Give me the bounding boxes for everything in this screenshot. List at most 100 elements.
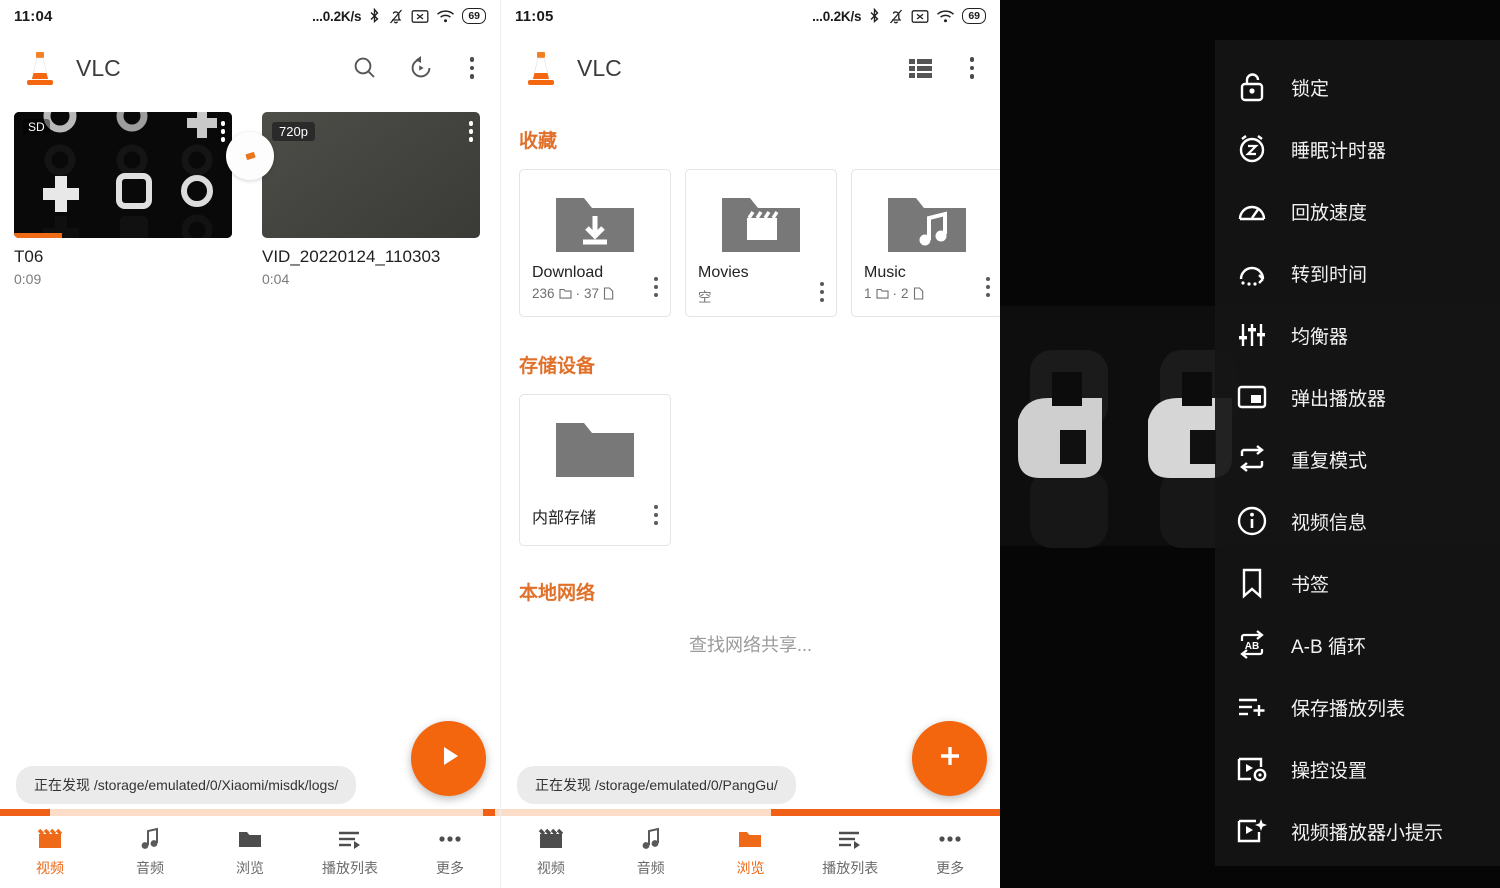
folder-card[interactable]: Music 1 · 2 <box>851 169 1000 317</box>
network-speed-text: ...0.2K/s <box>312 8 362 24</box>
toast-path: /storage/emulated/0/Xiaomi/misdk/logs/ <box>93 777 339 793</box>
bottom-nav-item-audio[interactable]: 音频 <box>601 827 701 878</box>
menu-item-label: 弹出播放器 <box>1291 388 1387 410</box>
save-playlist-icon <box>1235 690 1269 724</box>
bottom-nav-item-audio[interactable]: 音频 <box>100 827 200 878</box>
touch-indicator <box>226 132 274 180</box>
search-icon[interactable] <box>350 53 380 83</box>
menu-item-label: 锁定 <box>1291 78 1330 100</box>
panel-video-library: 11:04 ...0.2K/s 69 VLC SD T06 0:09 720p … <box>0 0 500 888</box>
status-icons: ...0.2K/s 69 <box>812 7 986 25</box>
folder-card-meta: Music 1 · 2 <box>852 263 1000 301</box>
playlist-icon <box>337 827 363 851</box>
menu-item-lock[interactable]: 锁定 <box>1215 56 1500 118</box>
bottom-nav-item-playlist[interactable]: 播放列表 <box>300 827 400 878</box>
toast-prefix: 正在发现 <box>34 777 90 793</box>
wifi-icon <box>436 9 455 24</box>
sleep-timer-icon <box>1235 132 1269 166</box>
video-title: T06 <box>14 247 44 266</box>
folder-overflow-icon[interactable] <box>819 281 824 307</box>
scan-progress-bar <box>501 809 1000 816</box>
storage-card[interactable]: 内部存储 <box>519 394 671 546</box>
battery-level: 69 <box>468 10 480 22</box>
menu-item-popup-player[interactable]: 弹出播放器 <box>1215 366 1500 428</box>
panel-browse: 11:05 ...0.2K/s 69 VLC 收藏 Download 236 ·… <box>500 0 1000 888</box>
video-overflow-icon[interactable] <box>468 121 473 142</box>
popup-player-icon <box>1235 380 1269 414</box>
overflow-menu-icon[interactable] <box>962 53 983 83</box>
no-sim-icon <box>411 9 429 24</box>
bottom-nav-item-more[interactable]: 更多 <box>900 827 1000 878</box>
bottom-nav-item-video[interactable]: 视频 <box>501 827 601 878</box>
folder-name: Movies <box>698 264 749 281</box>
menu-item-player-settings[interactable]: 操控设置 <box>1215 738 1500 800</box>
folder-overflow-icon[interactable] <box>653 276 658 302</box>
status-time: 11:05 <box>515 7 554 25</box>
video-duration: 0:09 <box>14 271 42 287</box>
history-icon[interactable] <box>406 53 436 83</box>
menu-item-repeat-mode[interactable]: 重复模式 <box>1215 428 1500 490</box>
menu-item-label: 操控设置 <box>1291 760 1368 782</box>
folder-icon <box>237 827 263 851</box>
menu-item-jump-to-time[interactable]: 转到时间 <box>1215 242 1500 304</box>
overflow-menu-icon[interactable] <box>462 53 483 83</box>
scan-toast: 正在发现 /storage/emulated/0/PangGu/ <box>517 766 796 804</box>
menu-item-label: 睡眠计时器 <box>1291 140 1387 162</box>
screenshot-root: 11:04 ...0.2K/s 69 VLC SD T06 0:09 720p … <box>0 0 1500 888</box>
folder-movie-icon <box>719 190 803 263</box>
favorites-card-row: Download 236 · 37 Movies 空 Music 1 · 2 <box>501 153 1000 317</box>
bottom-nav-item-playlist[interactable]: 播放列表 <box>800 827 900 878</box>
menu-item-bookmarks[interactable]: 书签 <box>1215 552 1500 614</box>
menu-item-sleep-timer[interactable]: 睡眠计时器 <box>1215 118 1500 180</box>
video-card[interactable]: 720p VID_20220124_110303 0:04 <box>262 112 480 287</box>
menu-item-player-tips[interactable]: 视频播放器小提示 <box>1215 800 1500 862</box>
menu-item-label: 视频播放器小提示 <box>1291 822 1444 844</box>
folder-card[interactable]: Movies 空 <box>685 169 837 317</box>
menu-item-save-playlist[interactable]: 保存播放列表 <box>1215 676 1500 738</box>
bottom-nav-label: 播放列表 <box>822 859 879 876</box>
folder-icon <box>553 415 637 488</box>
menu-item-video-info[interactable]: 视频信息 <box>1215 490 1500 552</box>
bottom-nav-label: 播放列表 <box>322 859 378 876</box>
music-note-icon <box>139 827 161 851</box>
menu-item-label: A-B 循环 <box>1291 636 1366 658</box>
notifications-muted-icon <box>388 8 404 25</box>
bottom-nav-item-browse[interactable]: 浏览 <box>200 827 300 878</box>
bottom-nav-item-more[interactable]: 更多 <box>400 827 500 878</box>
menu-item-label: 视频信息 <box>1291 512 1368 534</box>
storage-card-meta: 内部存储 <box>520 504 670 530</box>
menu-item-equalizer[interactable]: 均衡器 <box>1215 304 1500 366</box>
video-thumbnail[interactable]: SD <box>14 112 232 238</box>
bluetooth-icon <box>368 7 381 25</box>
folder-counts: 236 · 37 <box>532 286 614 301</box>
play-icon <box>433 740 465 777</box>
folder-overflow-icon[interactable] <box>985 276 990 302</box>
storage-overflow-icon[interactable] <box>653 504 658 530</box>
bottom-nav-label: 更多 <box>436 859 464 876</box>
bluetooth-icon <box>868 7 881 25</box>
status-icons: ...0.2K/s 69 <box>312 7 486 25</box>
menu-item-ab-repeat[interactable]: AB A-B 循环 <box>1215 614 1500 676</box>
player-settings-icon <box>1235 752 1269 786</box>
add-fab-button[interactable] <box>912 721 987 796</box>
menu-item-playback-speed[interactable]: 回放速度 <box>1215 180 1500 242</box>
bottom-nav-item-browse[interactable]: 浏览 <box>701 827 801 878</box>
player-options-menu: 锁定 睡眠计时器 回放速度 转到时间 均衡器 弹出播放器 重复模式 视频信息 书… <box>1215 40 1500 866</box>
bottom-nav-item-video[interactable]: 视频 <box>0 827 100 878</box>
bottom-nav-label: 视频 <box>536 859 565 876</box>
menu-item-label: 回放速度 <box>1291 202 1368 224</box>
video-thumbnail[interactable]: 720p <box>262 112 480 238</box>
app-bar-actions <box>350 53 483 83</box>
folder-card[interactable]: Download 236 · 37 <box>519 169 671 317</box>
vlc-logo-icon <box>519 46 563 90</box>
section-header-storage: 存储设备 <box>519 356 596 377</box>
repeat-icon <box>1235 442 1269 476</box>
play-fab-button[interactable] <box>411 721 486 796</box>
no-sim-icon <box>911 9 929 24</box>
app-bar: VLC <box>0 32 500 104</box>
video-card[interactable]: SD T06 0:09 <box>14 112 232 287</box>
watched-progress <box>14 233 62 238</box>
video-overflow-icon[interactable] <box>220 121 225 142</box>
bookmark-icon <box>1235 566 1269 600</box>
list-view-icon[interactable] <box>906 53 936 83</box>
